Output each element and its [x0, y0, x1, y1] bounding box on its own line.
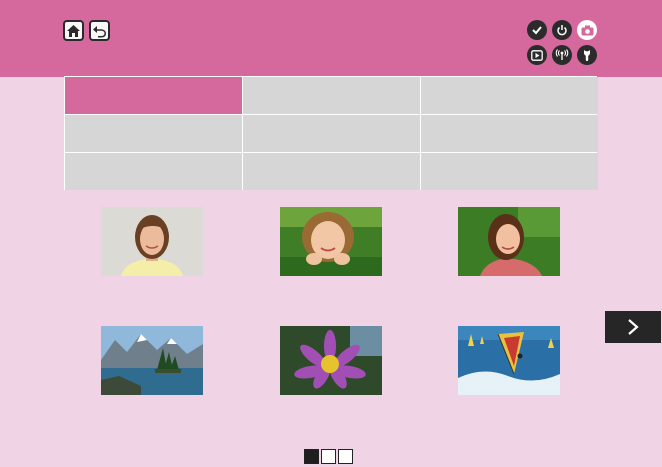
- playback-mode-button[interactable]: [527, 45, 547, 65]
- chevron-right-icon: [628, 319, 639, 335]
- power-mode-button[interactable]: [552, 20, 572, 40]
- thumbnail-woman-green-background[interactable]: [458, 207, 560, 276]
- menu-cell-selected[interactable]: [65, 77, 242, 114]
- header-bar: [0, 0, 662, 77]
- back-arrow-icon: [93, 25, 106, 37]
- pagination: [304, 449, 353, 464]
- menu-cell[interactable]: [243, 77, 420, 114]
- thumbnail-girl-in-grass[interactable]: [280, 207, 382, 276]
- page-indicator-3[interactable]: [338, 449, 353, 464]
- wrench-icon: [584, 49, 590, 61]
- thumbnail-water-lily[interactable]: [280, 326, 382, 395]
- menu-grid: [64, 76, 598, 190]
- menu-cell[interactable]: [421, 115, 598, 152]
- next-page-button[interactable]: [605, 311, 661, 343]
- wireless-mode-button[interactable]: [552, 45, 572, 65]
- camera-mode-button[interactable]: [577, 20, 597, 40]
- thumbnail-woman-portrait[interactable]: [101, 207, 203, 276]
- home-button[interactable]: [63, 20, 84, 41]
- check-mode-button[interactable]: [527, 20, 547, 40]
- check-icon: [532, 26, 542, 35]
- camera-icon: [581, 25, 593, 35]
- menu-cell[interactable]: [65, 115, 242, 152]
- power-icon: [557, 25, 567, 36]
- thumbnail-windsurfer[interactable]: [458, 326, 560, 395]
- page-indicator-1[interactable]: [304, 449, 319, 464]
- wireless-icon: [555, 49, 569, 60]
- page-indicator-2[interactable]: [321, 449, 336, 464]
- menu-cell[interactable]: [243, 115, 420, 152]
- playback-icon: [531, 49, 543, 61]
- home-icon: [67, 24, 80, 37]
- back-button[interactable]: [89, 20, 110, 41]
- menu-cell[interactable]: [243, 153, 420, 190]
- thumbnail-mountain-lake[interactable]: [101, 326, 203, 395]
- menu-cell[interactable]: [65, 153, 242, 190]
- settings-mode-button[interactable]: [577, 45, 597, 65]
- menu-cell[interactable]: [421, 77, 598, 114]
- menu-cell[interactable]: [421, 153, 598, 190]
